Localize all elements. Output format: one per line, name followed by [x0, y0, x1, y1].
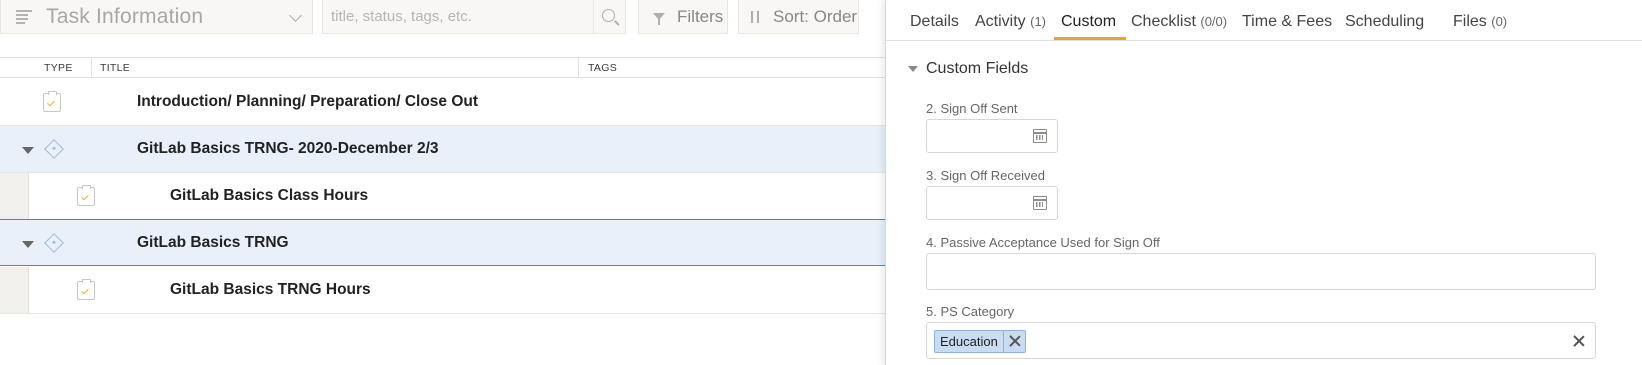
search-box	[322, 0, 626, 34]
caret-down-icon	[908, 66, 918, 72]
tab-scheduling[interactable]: Scheduling	[1345, 13, 1424, 31]
milestone-icon	[44, 233, 64, 253]
passive-acceptance-input[interactable]	[926, 253, 1596, 290]
tag-label: Education	[940, 334, 998, 349]
table-row[interactable]: GitLab Basics TRNG- 2020-December 2/3	[0, 126, 885, 173]
remove-tag-button[interactable]	[1002, 331, 1025, 352]
tab-time-fees[interactable]: Time & Fees	[1242, 13, 1332, 31]
tab-files[interactable]: Files (0)	[1453, 13, 1507, 31]
column-header-tags[interactable]: TAGS	[588, 62, 617, 74]
table-row[interactable]: GitLab Basics TRNG	[0, 219, 885, 266]
search-icon	[602, 9, 615, 22]
sort-icon	[749, 10, 763, 24]
tab-bar: Details Activity (1) Custom Checklist (0…	[886, 0, 1642, 41]
task-icon	[77, 279, 95, 300]
toolbar: Task Information Filters Sort: Order	[0, 0, 885, 57]
table-row[interactable]: GitLab Basics Class Hours	[0, 173, 885, 220]
row-title: GitLab Basics TRNG- 2020-December 2/3	[137, 140, 439, 157]
tab-label: Custom	[1061, 13, 1117, 30]
sort-label: Sort: Order	[773, 6, 858, 26]
table-row[interactable]: GitLab Basics TRNG Hours	[0, 267, 885, 314]
sort-button[interactable]: Sort: Order	[738, 0, 859, 34]
view-selector[interactable]: Task Information	[0, 0, 313, 34]
tab-activity[interactable]: Activity (1)	[975, 13, 1046, 31]
tag-chip: Education	[934, 330, 1026, 353]
tab-label: Time & Fees	[1242, 13, 1333, 30]
collapse-toggle-icon[interactable]	[22, 147, 34, 154]
tab-details[interactable]: Details	[910, 13, 959, 31]
column-header-type[interactable]: TYPE	[44, 62, 73, 74]
sign-off-sent-date-input[interactable]	[926, 119, 1058, 153]
view-title: Task Information	[46, 4, 204, 28]
collapse-toggle-icon[interactable]	[22, 241, 34, 248]
field-label: 3. Sign Off Received	[926, 168, 1045, 183]
close-icon	[1009, 335, 1021, 347]
filters-label: Filters	[677, 6, 724, 26]
row-title: GitLab Basics Class Hours	[170, 187, 369, 204]
column-header-title[interactable]: TITLE	[100, 62, 130, 74]
search-input[interactable]	[323, 8, 583, 25]
calendar-icon[interactable]	[1033, 129, 1047, 143]
tab-count: (1)	[1030, 14, 1047, 29]
tab-count: (0/0)	[1200, 14, 1228, 29]
tab-label: Activity	[975, 13, 1026, 30]
tab-count: (0)	[1491, 14, 1508, 29]
ps-category-multiselect[interactable]: Education	[926, 322, 1596, 359]
custom-fields-section-toggle[interactable]: Custom Fields	[908, 60, 1028, 78]
clear-all-icon[interactable]	[1573, 335, 1585, 347]
tab-label: Details	[910, 13, 959, 30]
tab-label: Scheduling	[1345, 13, 1425, 30]
table-header: TYPE TITLE TAGS	[0, 57, 885, 78]
tab-label: Checklist	[1131, 13, 1196, 30]
chevron-down-icon	[289, 9, 302, 22]
task-detail-panel: Details Activity (1) Custom Checklist (0…	[885, 0, 1642, 365]
filters-button[interactable]: Filters	[638, 0, 728, 34]
row-title: GitLab Basics TRNG Hours	[170, 281, 371, 298]
tab-custom[interactable]: Custom	[1061, 13, 1116, 31]
field-label: 2. Sign Off Sent	[926, 101, 1018, 116]
task-icon	[43, 91, 61, 112]
tab-label: Files	[1453, 13, 1487, 30]
active-tab-indicator	[1054, 37, 1126, 40]
calendar-icon[interactable]	[1033, 196, 1047, 210]
task-list-pane: Task Information Filters Sort: Order TYP…	[0, 0, 885, 365]
section-title: Custom Fields	[926, 60, 1029, 77]
filter-icon	[653, 13, 665, 25]
search-button[interactable]	[593, 0, 625, 33]
row-title: GitLab Basics TRNG	[137, 234, 289, 251]
row-title: Introduction/ Planning/ Preparation/ Clo…	[137, 93, 479, 110]
tab-checklist[interactable]: Checklist (0/0)	[1131, 13, 1227, 31]
list-icon	[16, 9, 32, 24]
field-label: 4. Passive Acceptance Used for Sign Off	[926, 235, 1160, 250]
sign-off-received-date-input[interactable]	[926, 186, 1058, 220]
table-row[interactable]: Introduction/ Planning/ Preparation/ Clo…	[0, 79, 885, 126]
field-label: 5. PS Category	[926, 304, 1015, 319]
task-icon	[77, 185, 95, 206]
milestone-icon	[44, 139, 64, 159]
